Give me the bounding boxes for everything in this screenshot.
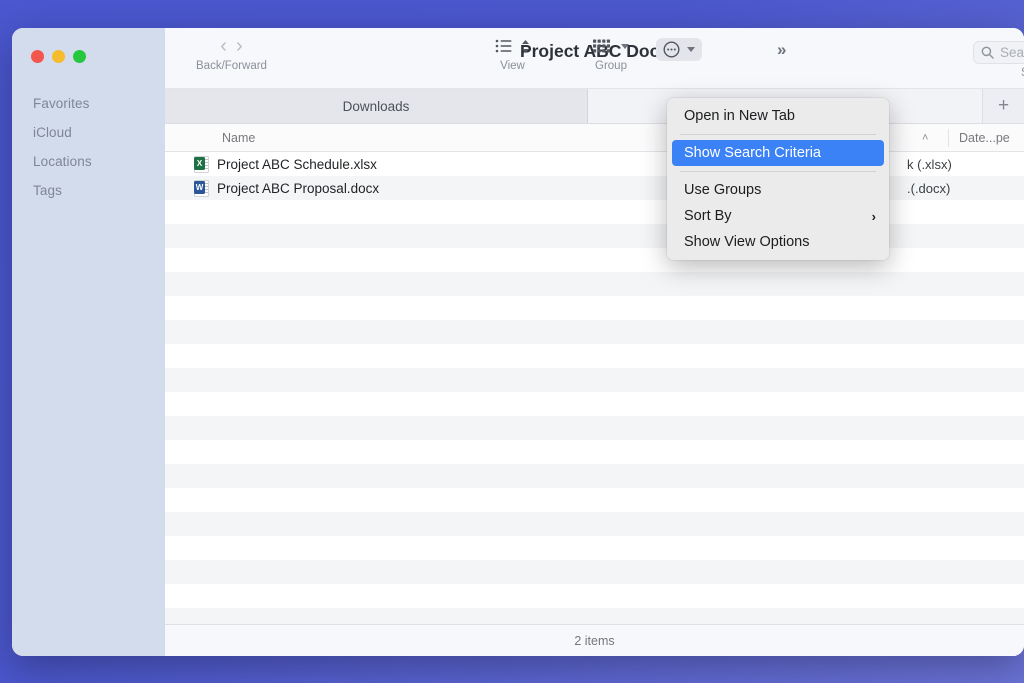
- item-count-label: 2 items: [574, 634, 614, 648]
- empty-row: [165, 608, 1024, 624]
- list-view-icon[interactable]: [495, 39, 512, 53]
- file-name-label: Project ABC Proposal.docx: [217, 181, 379, 196]
- menu-item-open-in-new-tab[interactable]: Open in New Tab: [667, 103, 889, 129]
- forward-icon[interactable]: ›: [236, 36, 243, 56]
- empty-row: [165, 272, 1024, 296]
- file-list[interactable]: X Project ABC Schedule.xlsx k (.xlsx) 10…: [165, 152, 1024, 624]
- empty-row: [165, 368, 1024, 392]
- sidebar-section-locations[interactable]: Locations: [12, 147, 165, 176]
- empty-row: [165, 512, 1024, 536]
- sidebar-section-favorites[interactable]: Favorites: [12, 89, 165, 118]
- sort-ascending-icon[interactable]: ˄: [922, 132, 928, 144]
- file-name-cell[interactable]: W Project ABC Proposal.docx: [165, 180, 379, 197]
- view-control[interactable]: View: [495, 35, 530, 72]
- zoom-window-button[interactable]: [73, 50, 86, 63]
- minimize-window-button[interactable]: [52, 50, 65, 63]
- empty-row: [165, 536, 1024, 560]
- finder-window: Favorites iCloud Locations Tags ‹ › Back…: [12, 28, 1024, 656]
- menu-item-use-groups[interactable]: Use Groups: [667, 177, 889, 203]
- sidebar-section-icloud[interactable]: iCloud: [12, 118, 165, 147]
- file-kind-cell: k (.xlsx): [907, 157, 952, 172]
- menu-separator: [680, 171, 876, 172]
- menu-item-show-search-criteria[interactable]: Show Search Criteria: [672, 140, 884, 166]
- empty-row: [165, 200, 1024, 224]
- toolbar-overflow-control[interactable]: »: [777, 40, 784, 60]
- overflow-chevrons-icon[interactable]: »: [777, 40, 784, 60]
- sidebar-section-tags[interactable]: Tags: [12, 176, 165, 205]
- empty-row: [165, 320, 1024, 344]
- empty-row: [165, 488, 1024, 512]
- empty-row: [165, 584, 1024, 608]
- table-row[interactable]: X Project ABC Schedule.xlsx k (.xlsx) 10…: [165, 152, 1024, 176]
- tab-downloads[interactable]: Downloads: [165, 89, 588, 123]
- group-grid-icon[interactable]: [593, 39, 611, 54]
- submenu-chevron-right-icon: ›: [872, 209, 876, 224]
- column-header-date[interactable]: Date...pe: [948, 129, 1010, 147]
- main-pane: ‹ › Back/Forward Project ABC Docs: [165, 28, 1024, 656]
- file-kind-cell: .(.docx): [907, 181, 950, 196]
- file-name-cell[interactable]: X Project ABC Schedule.xlsx: [165, 156, 377, 173]
- word-document-icon: W: [194, 180, 209, 197]
- view-label: View: [500, 60, 525, 72]
- empty-row: [165, 224, 1024, 248]
- back-icon[interactable]: ‹: [220, 36, 227, 56]
- back-forward-control: ‹ › Back/Forward: [196, 35, 267, 72]
- back-forward-label: Back/Forward: [196, 60, 267, 72]
- more-actions-control[interactable]: [656, 38, 702, 61]
- toolbar: ‹ › Back/Forward Project ABC Docs: [165, 28, 1024, 89]
- group-control[interactable]: Group: [593, 35, 629, 72]
- search-field[interactable]: Search: [973, 41, 1024, 64]
- search-input[interactable]: Search: [1000, 45, 1024, 60]
- empty-row: [165, 344, 1024, 368]
- menu-item-sort-by[interactable]: Sort By ›: [667, 203, 889, 229]
- empty-row: [165, 296, 1024, 320]
- empty-row: [165, 440, 1024, 464]
- column-header-row: Name ˄ Date...pe: [165, 124, 1024, 152]
- sidebar-sections: Favorites iCloud Locations Tags: [12, 89, 165, 205]
- excel-document-icon: X: [194, 156, 209, 173]
- empty-row: [165, 416, 1024, 440]
- menu-separator: [680, 134, 876, 135]
- group-chevron-down-icon[interactable]: [621, 44, 629, 49]
- column-header-name[interactable]: Name: [165, 131, 255, 145]
- file-name-label: Project ABC Schedule.xlsx: [217, 157, 377, 172]
- sidebar: Favorites iCloud Locations Tags: [12, 28, 165, 656]
- view-sort-chevrons-icon[interactable]: [521, 39, 530, 54]
- more-actions-button[interactable]: [656, 38, 702, 61]
- empty-row: [165, 560, 1024, 584]
- traffic-lights: [12, 44, 165, 63]
- group-label: Group: [595, 60, 627, 72]
- more-actions-menu[interactable]: Open in New Tab Show Search Criteria Use…: [667, 98, 889, 260]
- circle-ellipsis-icon[interactable]: [663, 41, 680, 58]
- more-chevron-down-icon[interactable]: [687, 47, 695, 52]
- menu-item-show-view-options[interactable]: Show View Options: [667, 229, 889, 255]
- new-tab-button[interactable]: +: [982, 89, 1024, 123]
- close-window-button[interactable]: [31, 50, 44, 63]
- table-row[interactable]: W Project ABC Proposal.docx .(.docx) 10:…: [165, 176, 1024, 200]
- empty-row: [165, 464, 1024, 488]
- tab-bar: Downloads +: [165, 89, 1024, 124]
- empty-row: [165, 248, 1024, 272]
- empty-row: [165, 392, 1024, 416]
- search-icon: [981, 46, 994, 59]
- menu-item-sort-by-label: Sort By: [684, 208, 732, 224]
- status-bar: 2 items: [165, 624, 1024, 656]
